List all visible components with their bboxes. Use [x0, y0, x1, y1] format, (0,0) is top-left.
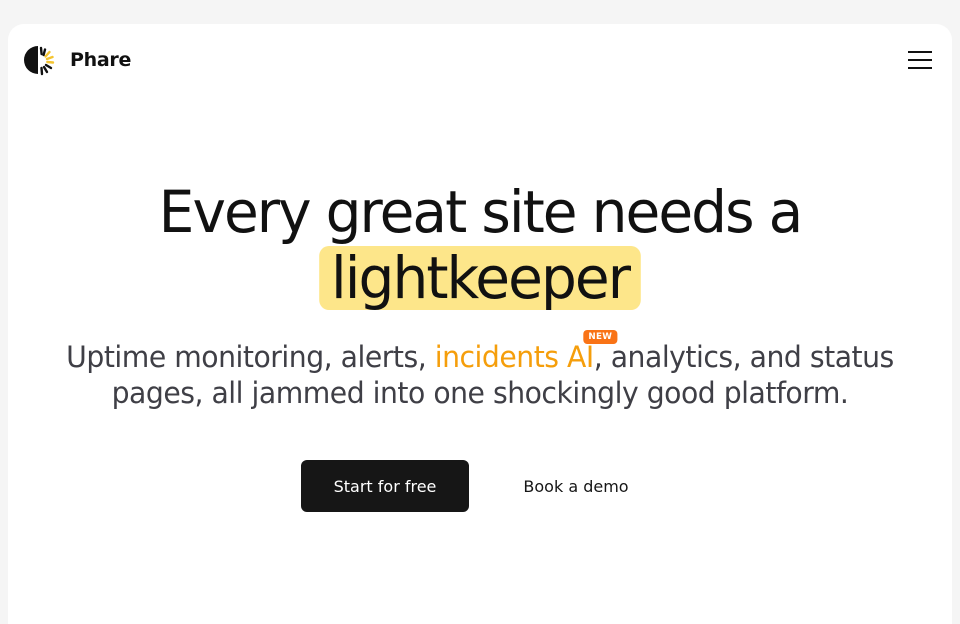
menu-bar-top: [908, 51, 932, 53]
menu-bar-middle: [908, 59, 932, 61]
subhead-text-end: , analytics, and status: [593, 340, 895, 374]
incidents-ai-label: incidents AI: [434, 340, 595, 374]
start-for-free-button[interactable]: Start for free: [301, 460, 469, 512]
cta-group: Start for free Book a demo: [8, 460, 952, 512]
lighthouse-beam-icon: [24, 46, 55, 76]
book-a-demo-button[interactable]: Book a demo: [493, 460, 659, 512]
brand-name: Phare: [70, 49, 132, 71]
menu-bar-bottom: [908, 67, 932, 69]
headline-line-1: Every great site needs a: [158, 178, 804, 246]
brand-logo-link[interactable]: Phare: [24, 44, 131, 76]
incidents-ai-link[interactable]: incidents AI NEW: [434, 330, 618, 374]
headline-line-2: lightkeeper: [20, 244, 940, 310]
headline-highlight: lightkeeper: [319, 246, 641, 310]
hamburger-menu-icon[interactable]: [904, 48, 936, 72]
hero-subheadline: Uptime monitoring, alerts, incidents AI N…: [8, 330, 952, 411]
hero-headline: Every great site needs a lightkeeper: [8, 180, 952, 310]
new-badge: NEW: [583, 330, 618, 344]
subhead-line-2: pages, all jammed into one shockingly go…: [111, 376, 849, 410]
subhead-line-1: Uptime monitoring, alerts, incidents AI N…: [20, 330, 940, 375]
page-card: Phare Every great site needs a lightkeep…: [8, 24, 952, 624]
subhead-text-start: Uptime monitoring, alerts,: [66, 340, 435, 374]
